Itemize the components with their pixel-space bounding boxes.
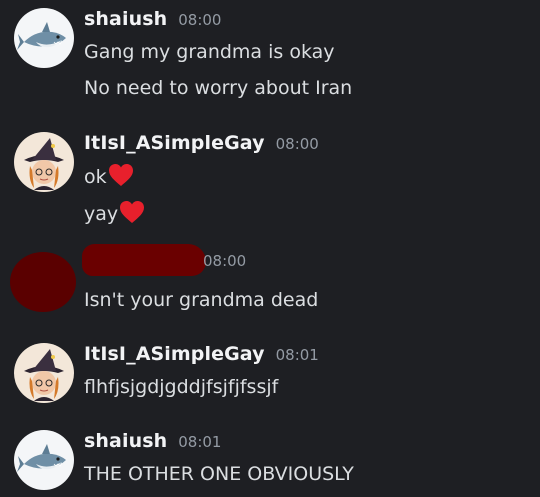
username[interactable]: ItIsI_ASimpleGay (84, 343, 265, 365)
heart-emoji-icon[interactable] (108, 163, 134, 187)
shark-avatar-icon[interactable] (14, 430, 74, 490)
message-header: 08:00 (203, 252, 246, 282)
message-text: Gang my grandma is okay (84, 41, 335, 63)
message-text: yay (84, 203, 119, 225)
username[interactable]: shaiush (84, 430, 167, 452)
username[interactable]: shaiush (84, 8, 167, 30)
message-text: ok (84, 166, 107, 188)
message-header: ItIsI_ASimpleGay 08:00 (84, 132, 319, 162)
message-text: THE OTHER ONE OBVIOUSLY (84, 463, 354, 485)
message-header: shaiush 08:00 (84, 8, 221, 38)
witch-avatar-icon[interactable] (14, 343, 74, 403)
timestamp[interactable]: 08:01 (178, 433, 221, 451)
timestamp[interactable]: 08:00 (276, 135, 319, 153)
message-text: flhfjsjgdjgddjfsjfjfssjf (84, 376, 279, 398)
witch-avatar-icon[interactable] (14, 132, 74, 192)
message-feed: shaiush 08:00 Gang my grandma is okay No… (0, 0, 540, 497)
message-line: yay (84, 200, 145, 227)
timestamp[interactable]: 08:00 (178, 11, 221, 29)
timestamp[interactable]: 08:00 (203, 252, 246, 270)
redacted-avatar (10, 252, 76, 312)
shark-avatar-icon[interactable] (14, 8, 74, 68)
message-text: No need to worry about Iran (84, 77, 353, 99)
timestamp[interactable]: 08:01 (276, 346, 319, 364)
redacted-username (82, 244, 206, 276)
username[interactable]: ItIsI_ASimpleGay (84, 132, 265, 154)
message-header: ItIsI_ASimpleGay 08:01 (84, 343, 319, 373)
heart-emoji-icon[interactable] (119, 200, 145, 224)
message-header: shaiush 08:01 (84, 430, 221, 460)
message-line: ok (84, 163, 134, 190)
message-text: Isn't your grandma dead (84, 289, 319, 311)
